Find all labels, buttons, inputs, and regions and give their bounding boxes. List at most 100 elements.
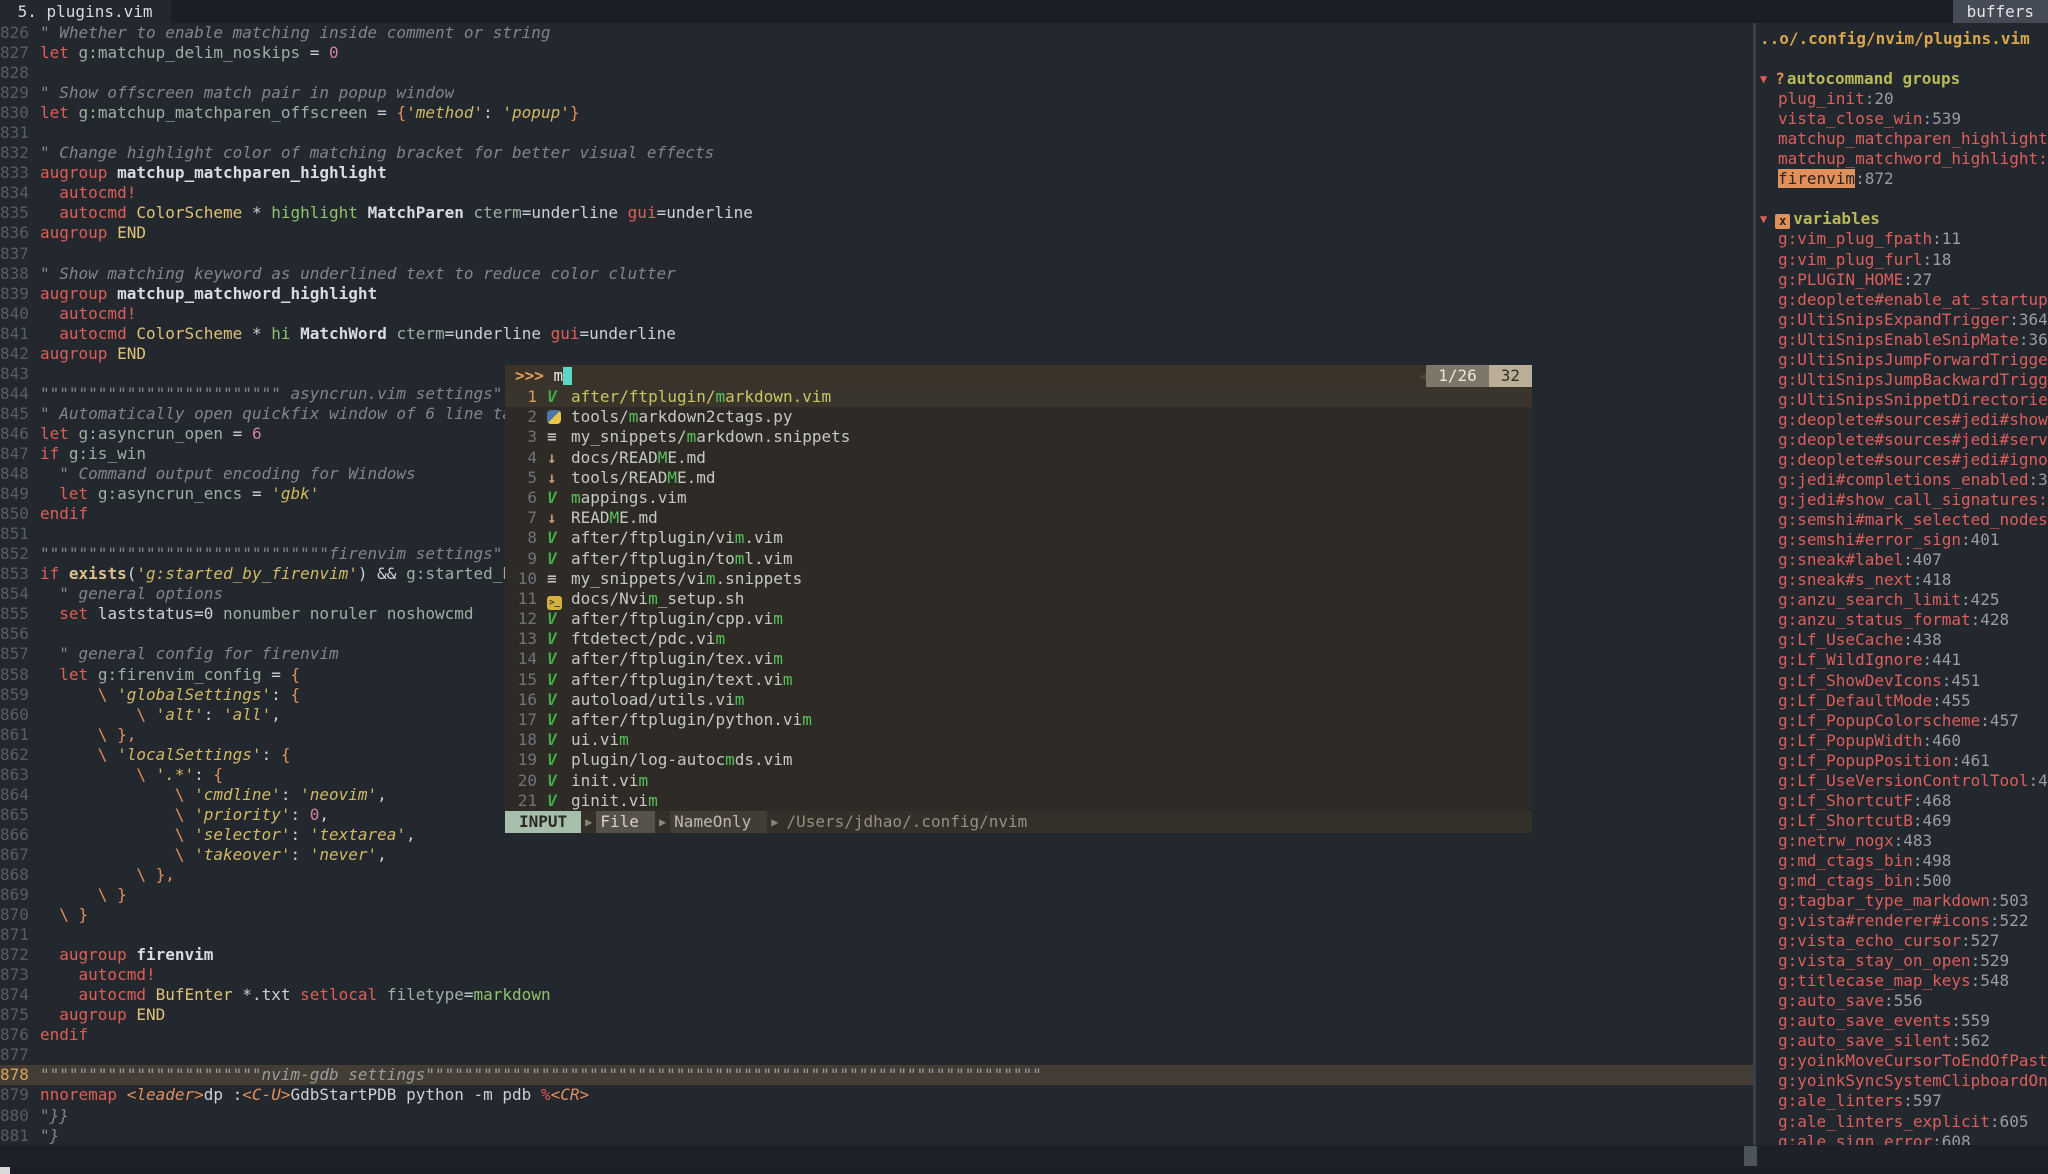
code-line[interactable]: 872 augroup firenvim <box>0 945 1753 965</box>
file-list-item[interactable]: 17Vafter/ftplugin/python.vim <box>505 710 1532 730</box>
file-list-item[interactable]: 21Vginit.vim <box>505 791 1532 811</box>
file-list-item[interactable]: 18Vui.vim <box>505 730 1532 750</box>
sidebar-tag-item[interactable]: g:md_ctags_bin:498 <box>1756 851 2048 871</box>
code-line[interactable]: 877 <box>0 1045 1753 1065</box>
sidebar-tag-item[interactable]: matchup_matchparen_highlight <box>1756 129 2048 149</box>
file-list-item[interactable]: 16Vautoload/utils.vim <box>505 690 1532 710</box>
file-list-item[interactable]: 4↓docs/README.md <box>505 448 1532 468</box>
sidebar-tag-item[interactable]: vista_close_win:539 <box>1756 109 2048 129</box>
code-line[interactable]: 827let g:matchup_delim_noskips = 0 <box>0 43 1753 63</box>
sidebar-tag-item[interactable]: g:titlecase_map_keys:548 <box>1756 971 2048 991</box>
file-list-item[interactable]: 19Vplugin/log-autocmds.vim <box>505 750 1532 770</box>
code-line[interactable]: 840 autocmd! <box>0 304 1753 324</box>
sidebar-tag-item[interactable]: g:Lf_DefaultMode:455 <box>1756 691 2048 711</box>
file-list-item[interactable]: 20Vinit.vim <box>505 771 1532 791</box>
sidebar-tag-item[interactable]: g:vim_plug_furl:18 <box>1756 250 2048 270</box>
sidebar-tag-item[interactable]: g:UltiSnipsEnableSnipMate:36 <box>1756 330 2048 350</box>
code-line[interactable]: 880"}} <box>0 1106 1753 1126</box>
sidebar-tag-item[interactable]: g:UltiSnipsJumpBackwardTrigg <box>1756 370 2048 390</box>
sidebar-tag-item[interactable]: g:Lf_ShortcutF:468 <box>1756 791 2048 811</box>
sidebar-tag-item[interactable]: g:auto_save:556 <box>1756 991 2048 1011</box>
code-line[interactable]: 875 augroup END <box>0 1005 1753 1025</box>
sidebar-tag-item[interactable]: g:UltiSnipsSnippetDirectorie <box>1756 390 2048 410</box>
sidebar-tag-item[interactable]: g:sneak#s_next:418 <box>1756 570 2048 590</box>
sidebar-tag-item[interactable]: g:Lf_ShowDevIcons:451 <box>1756 671 2048 691</box>
sidebar-tag-item[interactable]: g:semshi#mark_selected_nodes <box>1756 510 2048 530</box>
file-list-item[interactable]: 2tools/markdown2ctags.py <box>505 407 1532 427</box>
code-line[interactable]: 878"""""""""""""""""""""""nvim-gdb setti… <box>0 1065 1753 1085</box>
code-line[interactable]: 841 autocmd ColorScheme * hi MatchWord c… <box>0 324 1753 344</box>
code-line[interactable]: 832" Change highlight color of matching … <box>0 143 1753 163</box>
tab-buffers[interactable]: buffers <box>1953 0 2048 23</box>
file-list-item[interactable]: 14Vafter/ftplugin/tex.vim <box>505 649 1532 669</box>
file-list-item[interactable]: 10≡my_snippets/vim.snippets <box>505 569 1532 589</box>
sidebar-tag-item[interactable]: g:yoinkSyncSystemClipboardOn <box>1756 1071 2048 1091</box>
sidebar-tag-item[interactable]: g:jedi#completions_enabled:3 <box>1756 470 2048 490</box>
sidebar-tag-item[interactable]: g:Lf_UseVersionControlTool:4 <box>1756 771 2048 791</box>
code-line[interactable]: 867 \ 'takeover': 'never', <box>0 845 1753 865</box>
sidebar-tag-item[interactable]: g:Lf_WildIgnore:441 <box>1756 650 2048 670</box>
code-line[interactable]: 836augroup END <box>0 223 1753 243</box>
file-list-item[interactable]: 11>_docs/Nvim_setup.sh <box>505 589 1532 609</box>
code-line[interactable]: 834 autocmd! <box>0 183 1753 203</box>
code-line[interactable]: 835 autocmd ColorScheme * highlight Matc… <box>0 203 1753 223</box>
sidebar-tag-item[interactable]: g:Lf_PopupPosition:461 <box>1756 751 2048 771</box>
file-list-item[interactable]: 1Vafter/ftplugin/markdown.vim <box>505 387 1532 407</box>
code-line[interactable]: 828 <box>0 63 1753 83</box>
sidebar-tag-item[interactable]: g:ale_linters:597 <box>1756 1091 2048 1111</box>
sidebar-tag-item[interactable]: g:deoplete#sources#jedi#igno <box>1756 450 2048 470</box>
code-line[interactable]: 842augroup END <box>0 344 1753 364</box>
code-line[interactable]: 871 <box>0 925 1753 945</box>
file-list-item[interactable]: 5↓tools/README.md <box>505 468 1532 488</box>
sidebar-tag-item[interactable]: g:Lf_UseCache:438 <box>1756 630 2048 650</box>
sidebar-tag-item[interactable]: g:jedi#show_call_signatures: <box>1756 490 2048 510</box>
sidebar-tag-item[interactable]: g:yoinkMoveCursorToEndOfPast <box>1756 1051 2048 1071</box>
sidebar-tag-item[interactable]: g:deoplete#enable_at_startup <box>1756 290 2048 310</box>
tab-active-buffer[interactable]: 5. plugins.vim <box>0 0 171 23</box>
code-line[interactable]: 869 \ } <box>0 885 1753 905</box>
code-line[interactable]: 874 autocmd BufEnter *.txt setlocal file… <box>0 985 1753 1005</box>
code-line[interactable]: 829" Show offscreen match pair in popup … <box>0 83 1753 103</box>
file-list-item[interactable]: 15Vafter/ftplugin/text.vim <box>505 670 1532 690</box>
sidebar-tag-item[interactable]: g:UltiSnipsExpandTrigger:364 <box>1756 310 2048 330</box>
sidebar-tag-item[interactable]: firenvim:872 <box>1756 169 2048 189</box>
sidebar-tag-item[interactable]: g:Lf_PopupWidth:460 <box>1756 731 2048 751</box>
sidebar-tag-item[interactable]: g:auto_save_silent:562 <box>1756 1031 2048 1051</box>
code-line[interactable]: 833augroup matchup_matchparen_highlight <box>0 163 1753 183</box>
sidebar-tag-item[interactable]: g:semshi#error_sign:401 <box>1756 530 2048 550</box>
sidebar-tag-item[interactable]: matchup_matchword_highlight: <box>1756 149 2048 169</box>
file-list-item[interactable]: 8Vafter/ftplugin/vim.vim <box>505 528 1532 548</box>
file-list-item[interactable]: 7↓README.md <box>505 508 1532 528</box>
sidebar-tag-item[interactable]: g:UltiSnipsJumpForwardTrigge <box>1756 350 2048 370</box>
code-line[interactable]: 879nnoremap <leader>dp :<C-U>GdbStartPDB… <box>0 1085 1753 1105</box>
code-line[interactable]: 826" Whether to enable matching inside c… <box>0 23 1753 43</box>
sidebar-tag-item[interactable]: g:ale_sign_error:608 <box>1756 1132 2048 1145</box>
sidebar-tag-item[interactable]: g:ale_linters_explicit:605 <box>1756 1112 2048 1132</box>
sidebar-tag-item[interactable]: g:deoplete#sources#jedi#show <box>1756 410 2048 430</box>
collapse-arrow-icon[interactable]: ▼ <box>1760 212 1767 226</box>
collapse-arrow-icon[interactable]: ▼ <box>1760 72 1767 86</box>
file-list-item[interactable]: 6Vmappings.vim <box>505 488 1532 508</box>
sidebar-tag-item[interactable]: g:PLUGIN_HOME:27 <box>1756 270 2048 290</box>
code-line[interactable]: 830let g:matchup_matchparen_offscreen = … <box>0 103 1753 123</box>
file-list-item[interactable]: 12Vafter/ftplugin/cpp.vim <box>505 609 1532 629</box>
command-line[interactable] <box>0 1167 2048 1174</box>
code-line[interactable]: 881"} <box>0 1126 1753 1145</box>
code-line[interactable]: 873 autocmd! <box>0 965 1753 985</box>
vista-sidebar[interactable]: ..o/.config/nvim/plugins.vim▼?autocomman… <box>1756 23 2048 1145</box>
code-line[interactable]: 838" Show matching keyword as underlined… <box>0 264 1753 284</box>
sidebar-tag-item[interactable]: g:auto_save_events:559 <box>1756 1011 2048 1031</box>
sidebar-tag-item[interactable]: g:anzu_search_limit:425 <box>1756 590 2048 610</box>
sidebar-section-header[interactable]: ▼xvariables <box>1756 209 2048 229</box>
code-line[interactable]: 876endif <box>0 1025 1753 1045</box>
file-list-item[interactable]: 13Vftdetect/pdc.vim <box>505 629 1532 649</box>
sidebar-tag-item[interactable]: g:vista_echo_cursor:527 <box>1756 931 2048 951</box>
sidebar-tag-item[interactable]: g:md_ctags_bin:500 <box>1756 871 2048 891</box>
sidebar-tag-item[interactable]: g:Lf_PopupColorscheme:457 <box>1756 711 2048 731</box>
sidebar-tag-item[interactable]: g:vista#renderer#icons:522 <box>1756 911 2048 931</box>
code-line[interactable]: 839augroup matchup_matchword_highlight <box>0 284 1753 304</box>
sidebar-tag-item[interactable]: g:deoplete#sources#jedi#serv <box>1756 430 2048 450</box>
code-line[interactable]: 837 <box>0 244 1753 264</box>
file-list-item[interactable]: 9Vafter/ftplugin/toml.vim <box>505 549 1532 569</box>
sidebar-tag-item[interactable]: plug_init:20 <box>1756 89 2048 109</box>
